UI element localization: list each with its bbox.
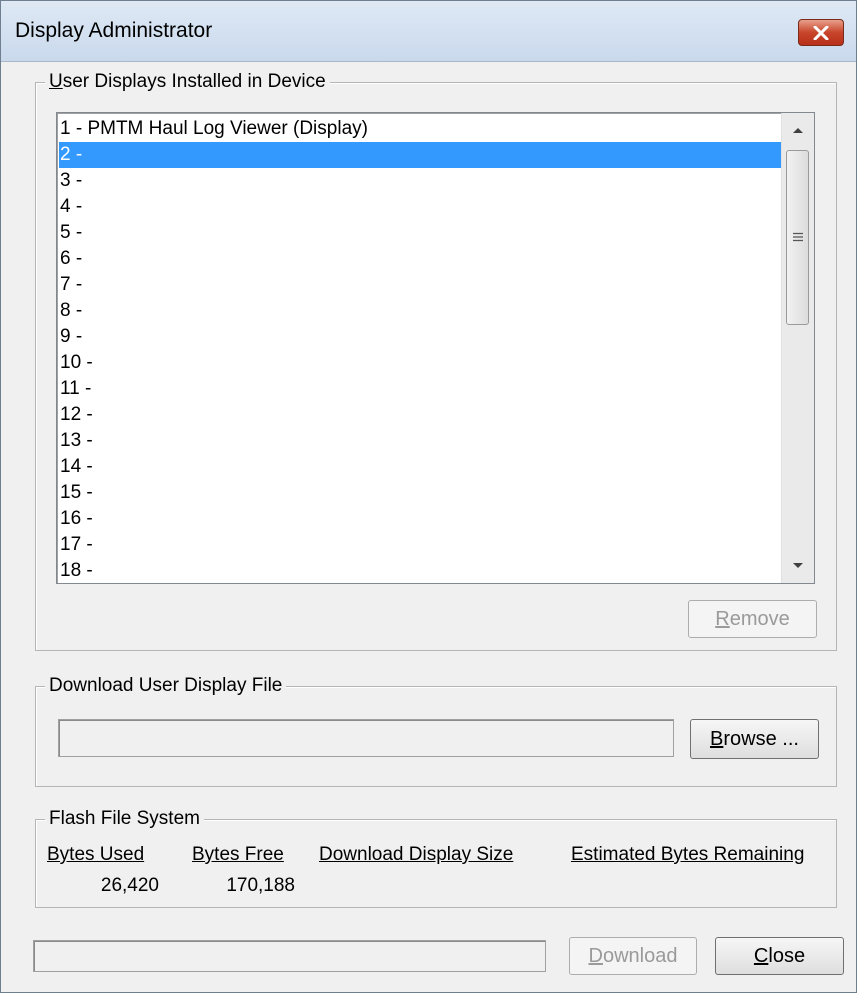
list-item[interactable]: 3 - [59,168,782,194]
list-item-label: 1 - PMTM Haul Log Viewer (Display) [60,118,368,139]
list-item[interactable]: 8 - [59,298,782,324]
list-item[interactable]: 12 - [59,402,782,428]
bytes-free-header: Bytes Free [192,844,284,865]
list-item-label: 7 - [60,274,83,295]
list-item[interactable]: 7 - [59,272,782,298]
user-displays-listbox[interactable]: 1 - PMTM Haul Log Viewer (Display) 2 - 3 -… [56,112,815,584]
list-item[interactable]: 10 - [59,350,782,376]
list-item-label: 16 - [60,508,93,529]
list-item-label: 4 - [60,196,83,217]
list-item-label: 5 - [60,222,83,243]
thumb-grip-icon [792,229,804,247]
list-item[interactable]: 9 - [59,324,782,350]
list-item[interactable]: 2 - [59,142,782,168]
list-item-label: 13 - [60,430,93,451]
user-displays-group-label: User Displays Installed in Device [45,70,330,94]
list-item[interactable]: 6 - [59,246,782,272]
window-title: Display Administrator [15,19,213,42]
download-progress-bar [33,940,546,972]
list-item-label: 2 - [60,144,83,165]
listbox-scrollbar[interactable] [781,113,814,583]
list-item-label: 14 - [60,456,93,477]
flash-file-system-group-label: Flash File System [45,807,204,831]
user-displays-list: 1 - PMTM Haul Log Viewer (Display) 2 - 3 -… [59,116,782,583]
list-item[interactable]: 13 - [59,428,782,454]
list-item[interactable]: 5 - [59,220,782,246]
display-file-path-field[interactable] [58,719,674,757]
list-item[interactable]: 14 - [59,454,782,480]
list-item-label: 6 - [60,248,83,269]
close-x-icon [813,25,829,40]
list-item-label: 17 - [60,534,93,555]
list-item-label: 8 - [60,300,83,321]
download-display-size-header: Download Display Size [319,844,514,865]
close-window-button[interactable] [798,19,844,46]
display-administrator-window: Display Administrator User Displays Inst… [0,0,857,993]
list-item-label: 11 - [60,378,92,399]
scroll-thumb[interactable] [786,150,809,325]
bytes-used-value: 26,420 [100,875,159,896]
list-item-label: 12 - [60,404,93,425]
download-file-group-label: Download User Display File [45,674,287,698]
list-item[interactable]: 17 - [59,532,782,558]
list-item-label: 9 - [60,326,83,347]
estimated-bytes-remaining-header: Estimated Bytes Remaining [571,844,805,865]
browse-button[interactable]: Browse ... [690,719,819,759]
list-item-label: 10 - [60,352,93,373]
remove-button[interactable]: Remove [688,600,817,638]
list-item-label: 15 - [60,482,93,503]
list-item[interactable]: 16 - [59,506,782,532]
bytes-free-value: 170,188 [226,875,295,896]
list-item-label: 3 - [60,170,83,191]
list-item[interactable]: 4 - [59,194,782,220]
scroll-down-arrow-icon [792,557,804,575]
title-bar[interactable]: Display Administrator [1,1,856,62]
list-item[interactable]: 18 - [59,558,782,583]
list-item-label: 18 - [60,560,93,581]
list-item[interactable]: 15 - [59,480,782,506]
scroll-down-button[interactable] [782,549,814,583]
scroll-up-button[interactable] [782,113,814,147]
list-item[interactable]: 1 - PMTM Haul Log Viewer (Display) [59,116,782,142]
bytes-used-header: Bytes Used [47,844,145,865]
list-item[interactable]: 11 - [59,376,782,402]
close-button[interactable]: Close [715,937,844,975]
scroll-up-arrow-icon [792,121,804,139]
download-button[interactable]: Download [569,937,697,975]
